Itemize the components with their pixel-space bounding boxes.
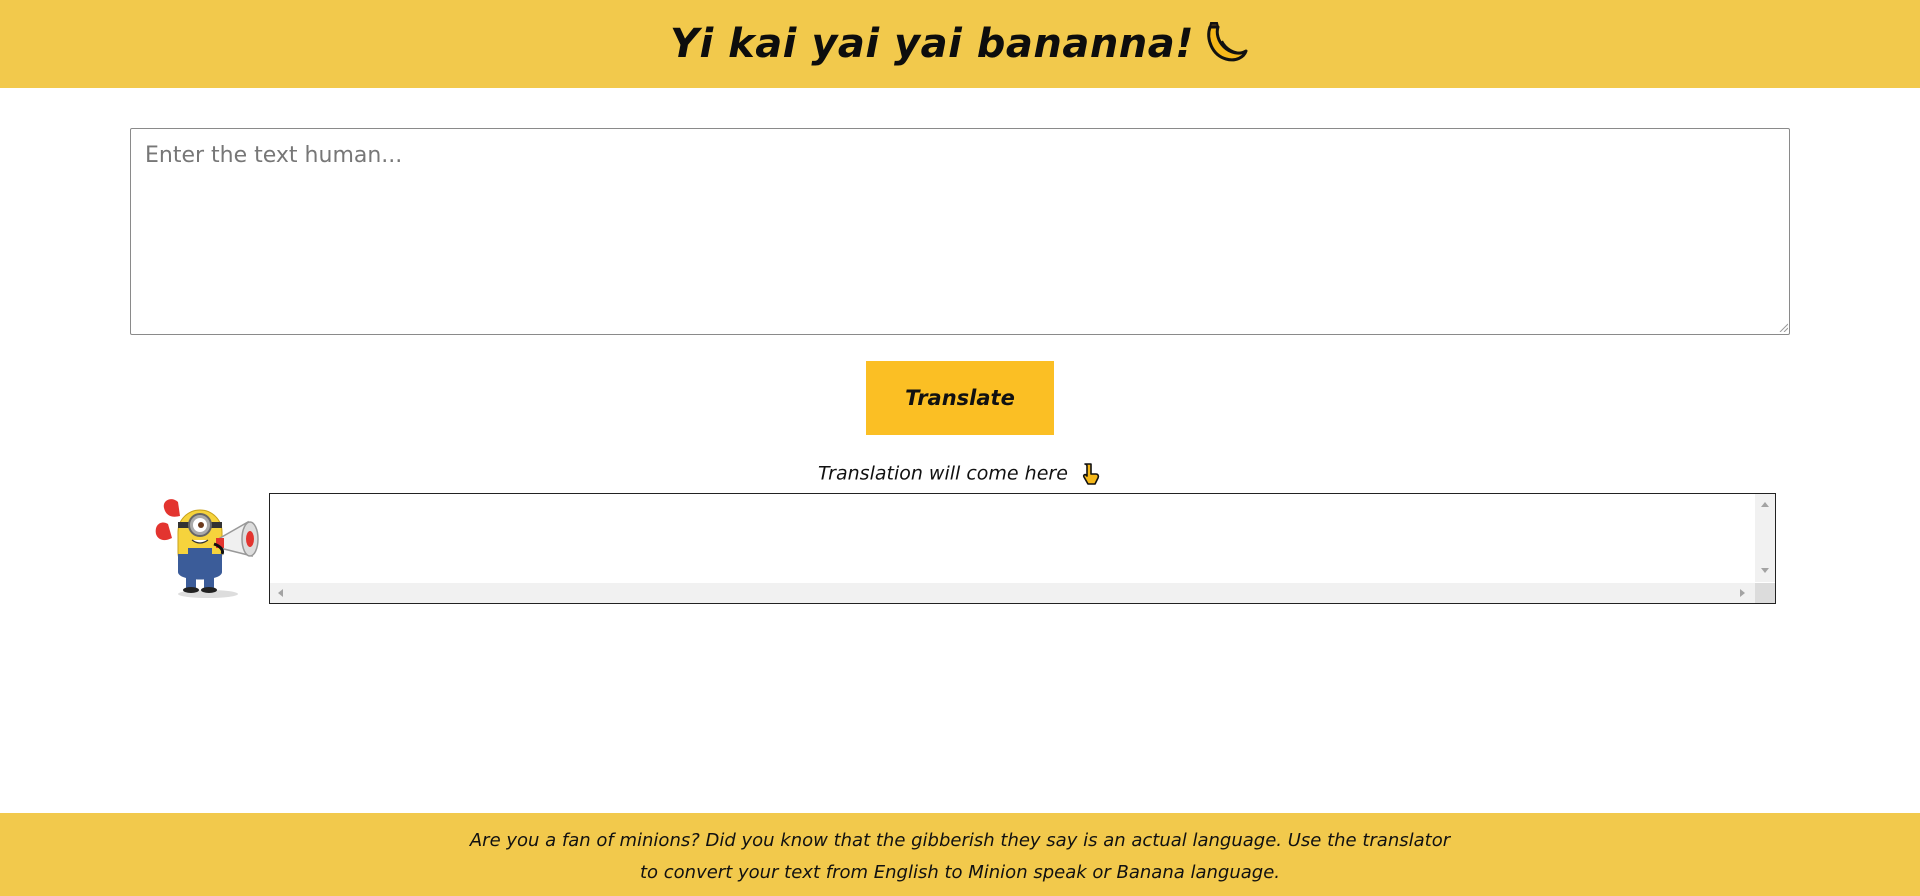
output-label-text: Translation will come here [818,462,1068,485]
scrollbar-corner [1755,583,1775,603]
scroll-right-icon[interactable] [1740,589,1745,597]
footer: Are you a fan of minions? Did you know t… [0,813,1920,896]
footer-text-line-1: Are you a fan of minions? Did you know t… [469,830,1451,851]
footer-text-line-2: to convert your text from English to Min… [639,862,1281,883]
minion-megaphone-image [150,494,266,600]
vertical-scrollbar[interactable] [1755,494,1775,582]
output-label: Translation will come here [0,462,1920,486]
translate-button[interactable]: Translate [866,361,1054,435]
footer-text: Are you a fan of minions? Did you know t… [460,825,1460,889]
scroll-up-icon[interactable] [1761,502,1769,507]
scroll-down-icon[interactable] [1761,568,1769,573]
horizontal-scrollbar[interactable] [270,583,1755,603]
pointing-down-icon [1080,462,1102,486]
header: Yi kai yai yai bananna! [0,0,1920,88]
output-box[interactable] [269,493,1776,604]
text-input[interactable] [130,128,1790,335]
page-title: Yi kai yai yai bananna! [669,21,1195,67]
banana-icon [1200,19,1250,69]
scroll-left-icon[interactable] [278,589,283,597]
